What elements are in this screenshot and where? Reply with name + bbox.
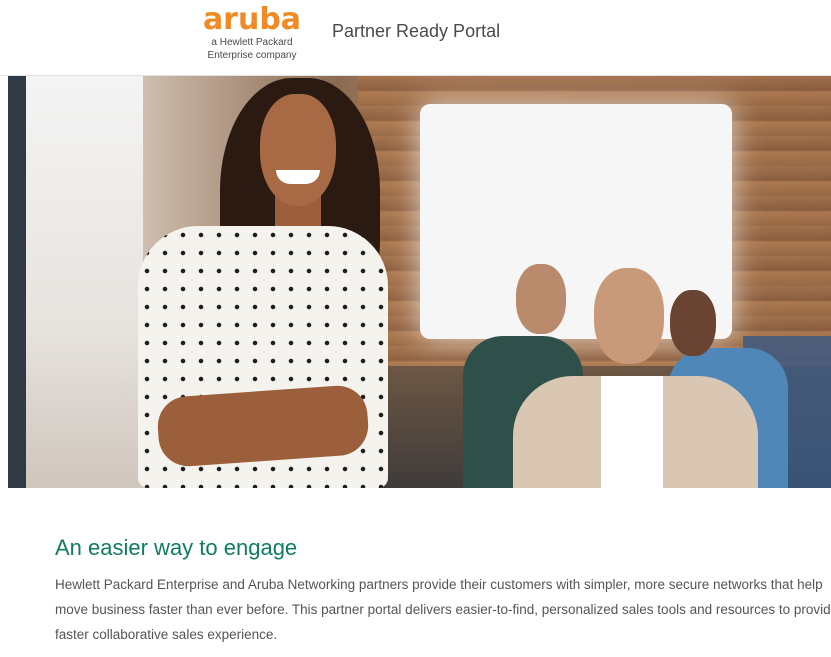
person-background-head bbox=[516, 264, 566, 334]
intro-section: An easier way to engage Hewlett Packard … bbox=[55, 533, 831, 647]
woman-crossed-arms bbox=[155, 383, 371, 469]
logo-wordmark: aruba bbox=[202, 2, 302, 37]
person-laptop-shirt bbox=[601, 376, 663, 488]
intro-heading: An easier way to engage bbox=[55, 535, 298, 560]
hero-background-post bbox=[8, 76, 26, 488]
aruba-logo[interactable]: aruba a Hewlett Packard Enterprise compa… bbox=[196, 4, 308, 62]
person-laptop-head bbox=[594, 268, 664, 364]
logo-tagline-line1: a Hewlett Packard bbox=[211, 37, 293, 48]
woman-face bbox=[260, 94, 336, 206]
hero-background-wall bbox=[8, 76, 143, 488]
intro-body-text: Hewlett Packard Enterprise and Aruba Net… bbox=[55, 577, 831, 642]
site-header: aruba a Hewlett Packard Enterprise compa… bbox=[0, 0, 831, 76]
person-right-head bbox=[670, 290, 716, 356]
portal-title: Partner Ready Portal bbox=[332, 21, 501, 41]
hero-image bbox=[8, 76, 831, 488]
logo-tagline-line2: Enterprise company bbox=[207, 50, 297, 61]
